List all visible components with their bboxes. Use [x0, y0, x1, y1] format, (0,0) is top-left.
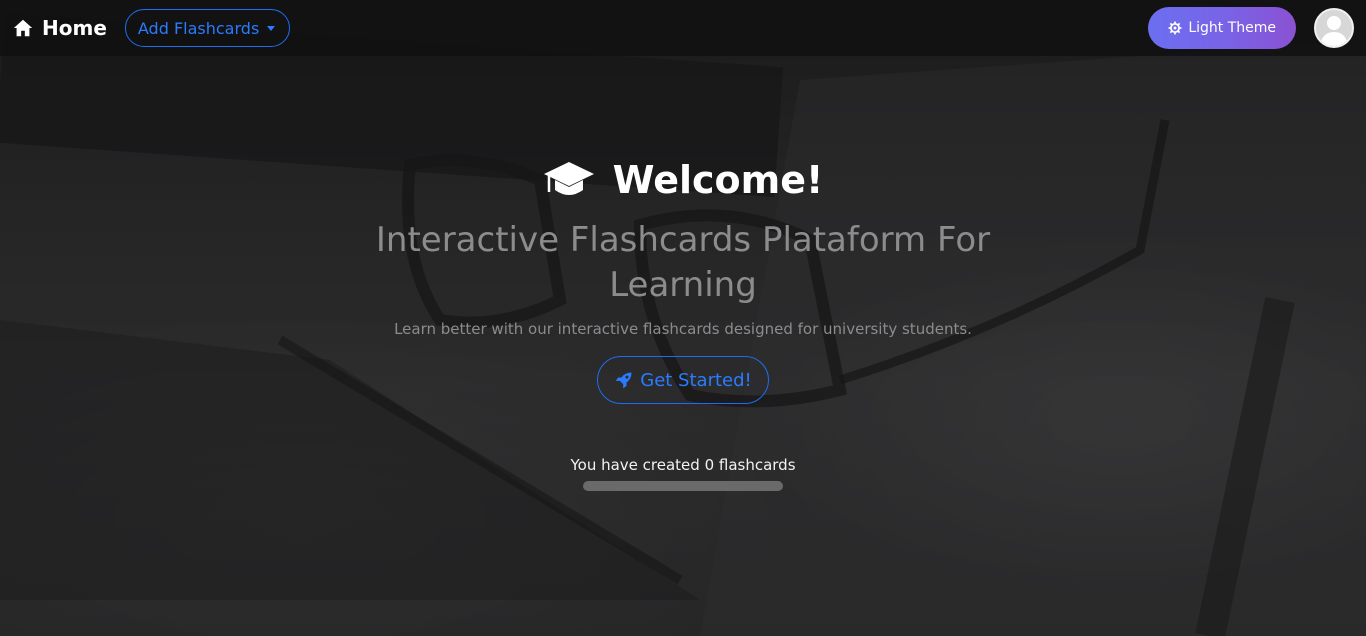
hero-lead-text: Learn better with our interactive flashc…: [394, 320, 972, 338]
home-icon: [13, 19, 33, 37]
light-theme-label: Light Theme: [1188, 20, 1276, 36]
welcome-heading: Welcome!: [0, 150, 1366, 210]
welcome-title: Welcome!: [612, 158, 824, 202]
gear-icon: [1168, 21, 1182, 35]
flashcard-progress-bar: [583, 481, 783, 491]
navbar-right: Light Theme: [1148, 7, 1354, 49]
chevron-down-icon: [267, 25, 276, 31]
hero-subtitle: Interactive Flashcards Plataform For Lea…: [375, 220, 991, 305]
get-started-label: Get Started!: [640, 369, 752, 391]
top-navbar: Home Add Flashcards Light Theme: [0, 0, 1366, 56]
user-icon: [1320, 16, 1348, 46]
home-link-label: Home: [42, 16, 107, 40]
home-link[interactable]: Home: [12, 16, 107, 40]
get-started-button[interactable]: Get Started!: [597, 356, 769, 404]
flashcard-counter: You have created 0 flashcards: [570, 456, 796, 474]
hero-section: Welcome! Interactive Flashcards Platafor…: [0, 150, 1366, 491]
user-avatar[interactable]: [1314, 8, 1354, 48]
graduation-cap-icon: [543, 162, 594, 195]
add-flashcards-dropdown[interactable]: Add Flashcards: [124, 9, 291, 47]
light-theme-button[interactable]: Light Theme: [1148, 7, 1296, 49]
add-flashcards-label: Add Flashcards: [137, 18, 260, 38]
rocket-icon: [615, 372, 632, 389]
